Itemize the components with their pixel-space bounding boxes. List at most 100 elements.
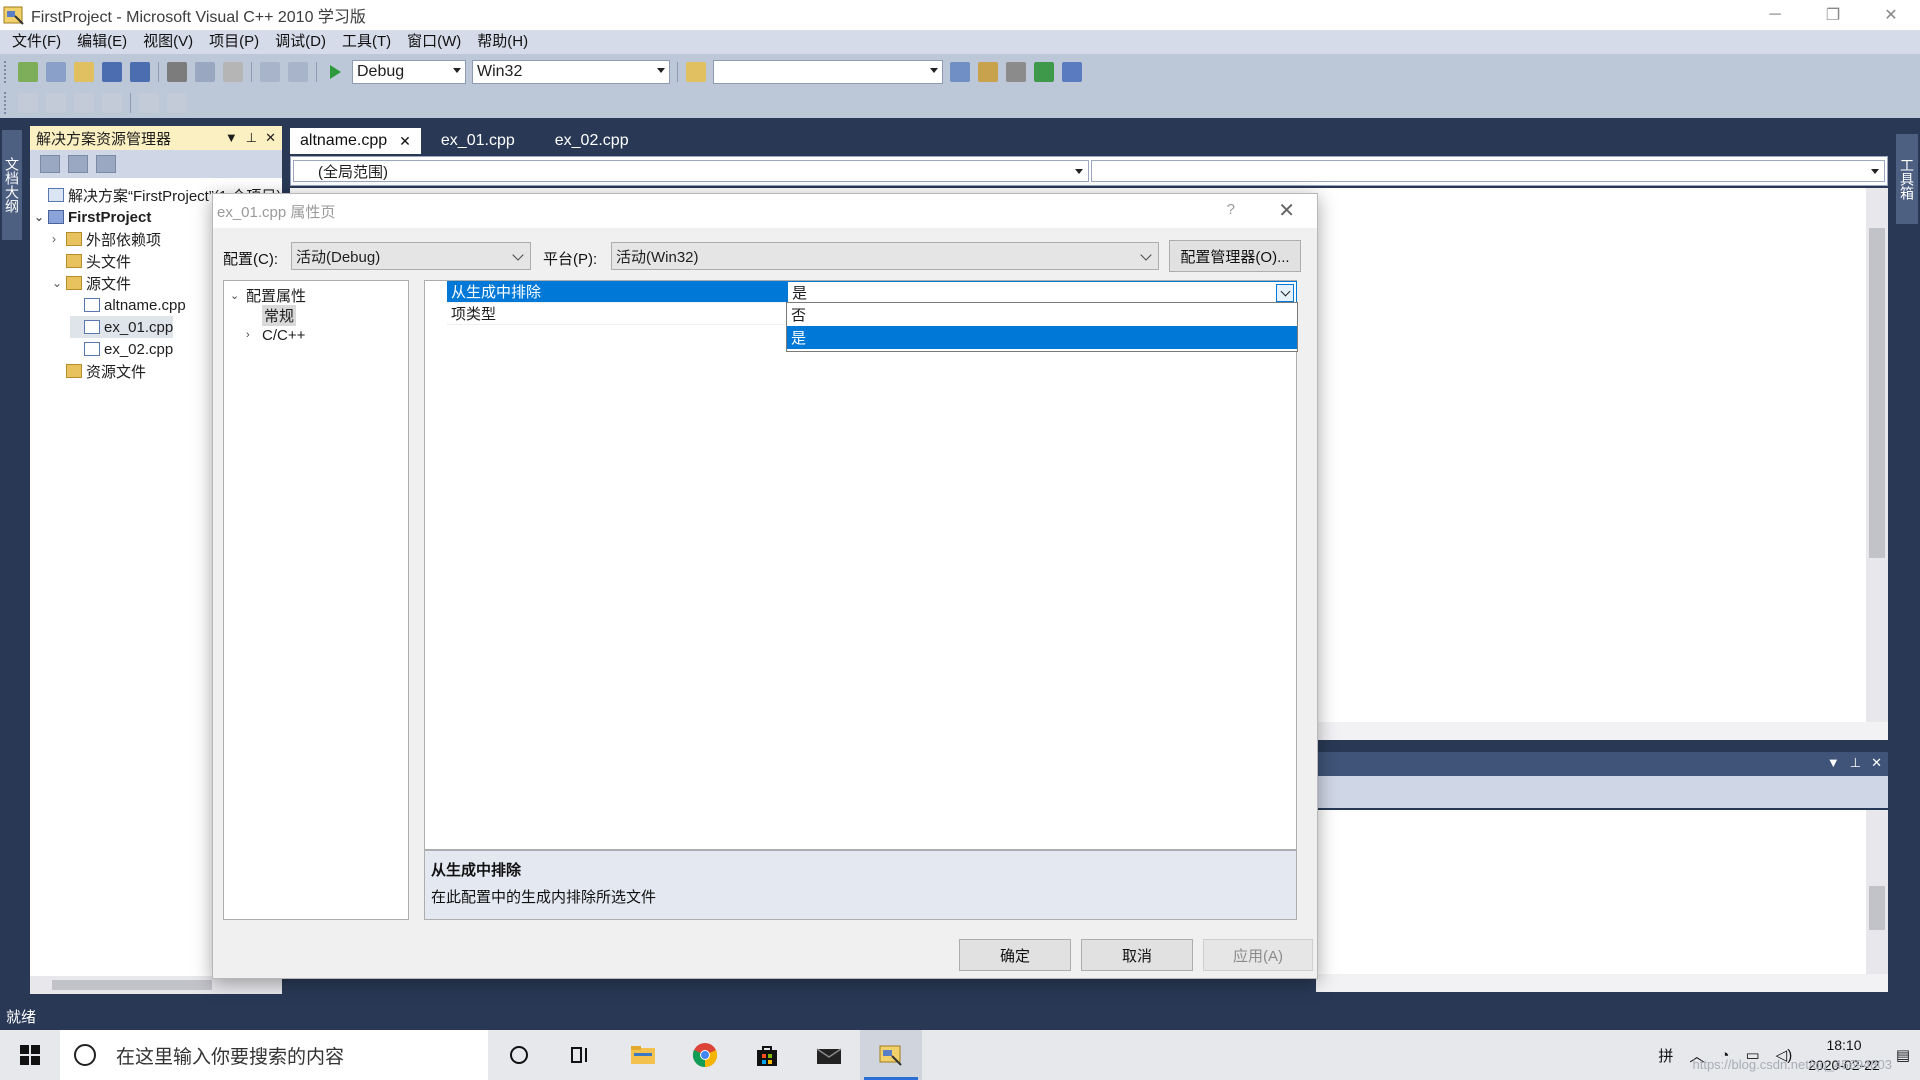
scrollbar-thumb[interactable] xyxy=(1869,228,1885,558)
notifications-icon[interactable]: ▤ xyxy=(1896,1046,1910,1064)
cortana-button[interactable] xyxy=(488,1030,550,1080)
ime-indicator[interactable]: 拼 xyxy=(1658,1045,1673,1066)
menu-debug[interactable]: 调试(D) xyxy=(267,30,334,54)
close-icon[interactable]: ✕ xyxy=(1871,755,1882,771)
menu-file[interactable]: 文件(F) xyxy=(4,30,69,54)
comment-lines-icon[interactable] xyxy=(139,93,159,113)
dropdown-option-no[interactable]: 否 xyxy=(787,303,1297,326)
collapse-chevron-icon[interactable]: ⌄ xyxy=(52,276,66,290)
collapse-chevron-icon[interactable]: ⌄ xyxy=(34,210,48,224)
tree-node-project[interactable]: ⌄ FirstProject xyxy=(34,206,151,228)
taskbar-search[interactable]: 在这里输入你要搜索的内容 xyxy=(60,1030,488,1080)
close-window-button[interactable]: ✕ xyxy=(1862,0,1920,30)
scope-combo[interactable]: (全局范围) xyxy=(293,160,1089,182)
pane-menu-icon[interactable]: ▼ xyxy=(1827,755,1840,771)
menu-help[interactable]: 帮助(H) xyxy=(469,30,536,54)
apply-button[interactable]: 应用(A) xyxy=(1203,939,1313,971)
refresh-icon[interactable] xyxy=(96,155,116,173)
pin-icon[interactable]: ⊥ xyxy=(246,130,257,146)
tree-config-properties[interactable]: ⌄ 配置属性 xyxy=(230,285,306,305)
properties-icon[interactable] xyxy=(978,62,998,82)
tab-altname-cpp[interactable]: altname.cpp ✕ xyxy=(290,128,421,154)
paste-icon[interactable] xyxy=(223,62,243,82)
show-all-files-icon[interactable] xyxy=(68,155,88,173)
chevron-down-icon[interactable] xyxy=(1276,284,1294,302)
close-tab-icon[interactable]: ✕ xyxy=(399,133,411,150)
document-outline-tab[interactable]: 文档大纲 xyxy=(2,130,22,240)
toolbox-icon[interactable] xyxy=(1006,62,1026,82)
dropdown-option-yes[interactable]: 是 xyxy=(787,326,1297,349)
parameter-info-icon[interactable] xyxy=(46,93,66,113)
tree-node-resource-files[interactable]: 资源文件 xyxy=(52,360,146,382)
class-view-icon[interactable] xyxy=(1062,62,1082,82)
tree-node-source-files[interactable]: ⌄ 源文件 xyxy=(52,272,131,294)
tree-node-external-deps[interactable]: › 外部依赖项 xyxy=(52,228,161,250)
menu-edit[interactable]: 编辑(E) xyxy=(69,30,135,54)
collapse-chevron-icon[interactable]: ⌄ xyxy=(230,289,246,302)
cancel-button[interactable]: 取消 xyxy=(1081,939,1193,971)
solution-explorer-icon[interactable] xyxy=(950,62,970,82)
pane-menu-icon[interactable]: ▼ xyxy=(225,130,238,146)
output-hscrollbar[interactable] xyxy=(1316,974,1888,992)
tree-node-ex02-cpp[interactable]: ex_02.cpp xyxy=(70,338,173,360)
add-item-icon[interactable] xyxy=(46,62,66,82)
property-row-exclude-from-build[interactable]: 从生成中排除 是 xyxy=(425,281,1297,303)
properties-button-icon[interactable] xyxy=(40,155,60,173)
menu-tools[interactable]: 工具(T) xyxy=(334,30,399,54)
dialog-close-icon[interactable]: ✕ xyxy=(1278,198,1295,223)
visual-cpp-app[interactable] xyxy=(860,1030,922,1080)
ok-button[interactable]: 确定 xyxy=(959,939,1071,971)
tab-ex02-cpp[interactable]: ex_02.cpp xyxy=(545,128,639,154)
toolbox-tab[interactable]: 工具箱 xyxy=(1896,134,1918,224)
minimize-button[interactable]: ─ xyxy=(1746,0,1804,30)
tab-ex01-cpp[interactable]: ex_01.cpp xyxy=(431,128,525,154)
output-pane[interactable] xyxy=(1316,810,1888,984)
close-icon[interactable]: ✕ xyxy=(265,130,276,146)
cut-icon[interactable] xyxy=(167,62,187,82)
config-combo[interactable]: 活动(Debug) xyxy=(291,242,531,270)
menu-project[interactable]: 项目(P) xyxy=(201,30,267,54)
expand-chevron-icon[interactable]: › xyxy=(246,329,262,341)
platform-combo[interactable]: 活动(Win32) xyxy=(611,242,1159,270)
uncomment-lines-icon[interactable] xyxy=(167,93,187,113)
start-page-icon[interactable] xyxy=(1034,62,1054,82)
tree-cpp[interactable]: › C/C++ xyxy=(246,325,305,345)
tree-node-ex01-cpp[interactable]: ex_01.cpp xyxy=(70,316,174,338)
help-button[interactable]: ? xyxy=(1227,201,1235,218)
start-debugging-icon[interactable] xyxy=(325,62,345,82)
tree-node-header-files[interactable]: 头文件 xyxy=(52,250,131,272)
menu-view[interactable]: 视图(V) xyxy=(135,30,201,54)
scrollbar-thumb[interactable] xyxy=(1869,886,1885,930)
solution-config-combo[interactable]: Debug xyxy=(352,60,466,84)
find-in-files-icon[interactable] xyxy=(686,62,706,82)
task-view-button[interactable] xyxy=(550,1030,612,1080)
display-members-icon[interactable] xyxy=(18,93,38,113)
expand-chevron-icon[interactable]: › xyxy=(52,232,66,246)
save-icon[interactable] xyxy=(102,62,122,82)
start-button[interactable] xyxy=(0,1030,60,1080)
tree-node-altname-cpp[interactable]: altname.cpp xyxy=(70,294,186,316)
tree-general[interactable]: 常规 xyxy=(246,304,297,326)
find-combo[interactable] xyxy=(713,60,943,84)
redo-icon[interactable] xyxy=(288,62,308,82)
undo-icon[interactable] xyxy=(260,62,280,82)
toolbar-grip[interactable] xyxy=(4,92,8,114)
output-vscrollbar[interactable] xyxy=(1866,810,1888,974)
editor-vscrollbar[interactable] xyxy=(1866,188,1888,724)
restore-button[interactable]: ❐ xyxy=(1804,0,1862,30)
open-file-icon[interactable] xyxy=(74,62,94,82)
members-combo[interactable] xyxy=(1091,160,1885,182)
menu-window[interactable]: 窗口(W) xyxy=(399,30,469,54)
solution-platform-combo[interactable]: Win32 xyxy=(472,60,670,84)
save-all-icon[interactable] xyxy=(130,62,150,82)
file-explorer-app[interactable] xyxy=(612,1030,674,1080)
store-app[interactable] xyxy=(736,1030,798,1080)
mail-app[interactable] xyxy=(798,1030,860,1080)
config-manager-button[interactable]: 配置管理器(O)... xyxy=(1169,240,1301,272)
copy-icon[interactable] xyxy=(195,62,215,82)
chrome-app[interactable] xyxy=(674,1030,736,1080)
scrollbar-thumb[interactable] xyxy=(52,980,212,990)
toolbar-grip[interactable] xyxy=(4,61,8,83)
property-value-field[interactable]: 是 xyxy=(787,281,1297,303)
complete-word-icon[interactable] xyxy=(102,93,122,113)
